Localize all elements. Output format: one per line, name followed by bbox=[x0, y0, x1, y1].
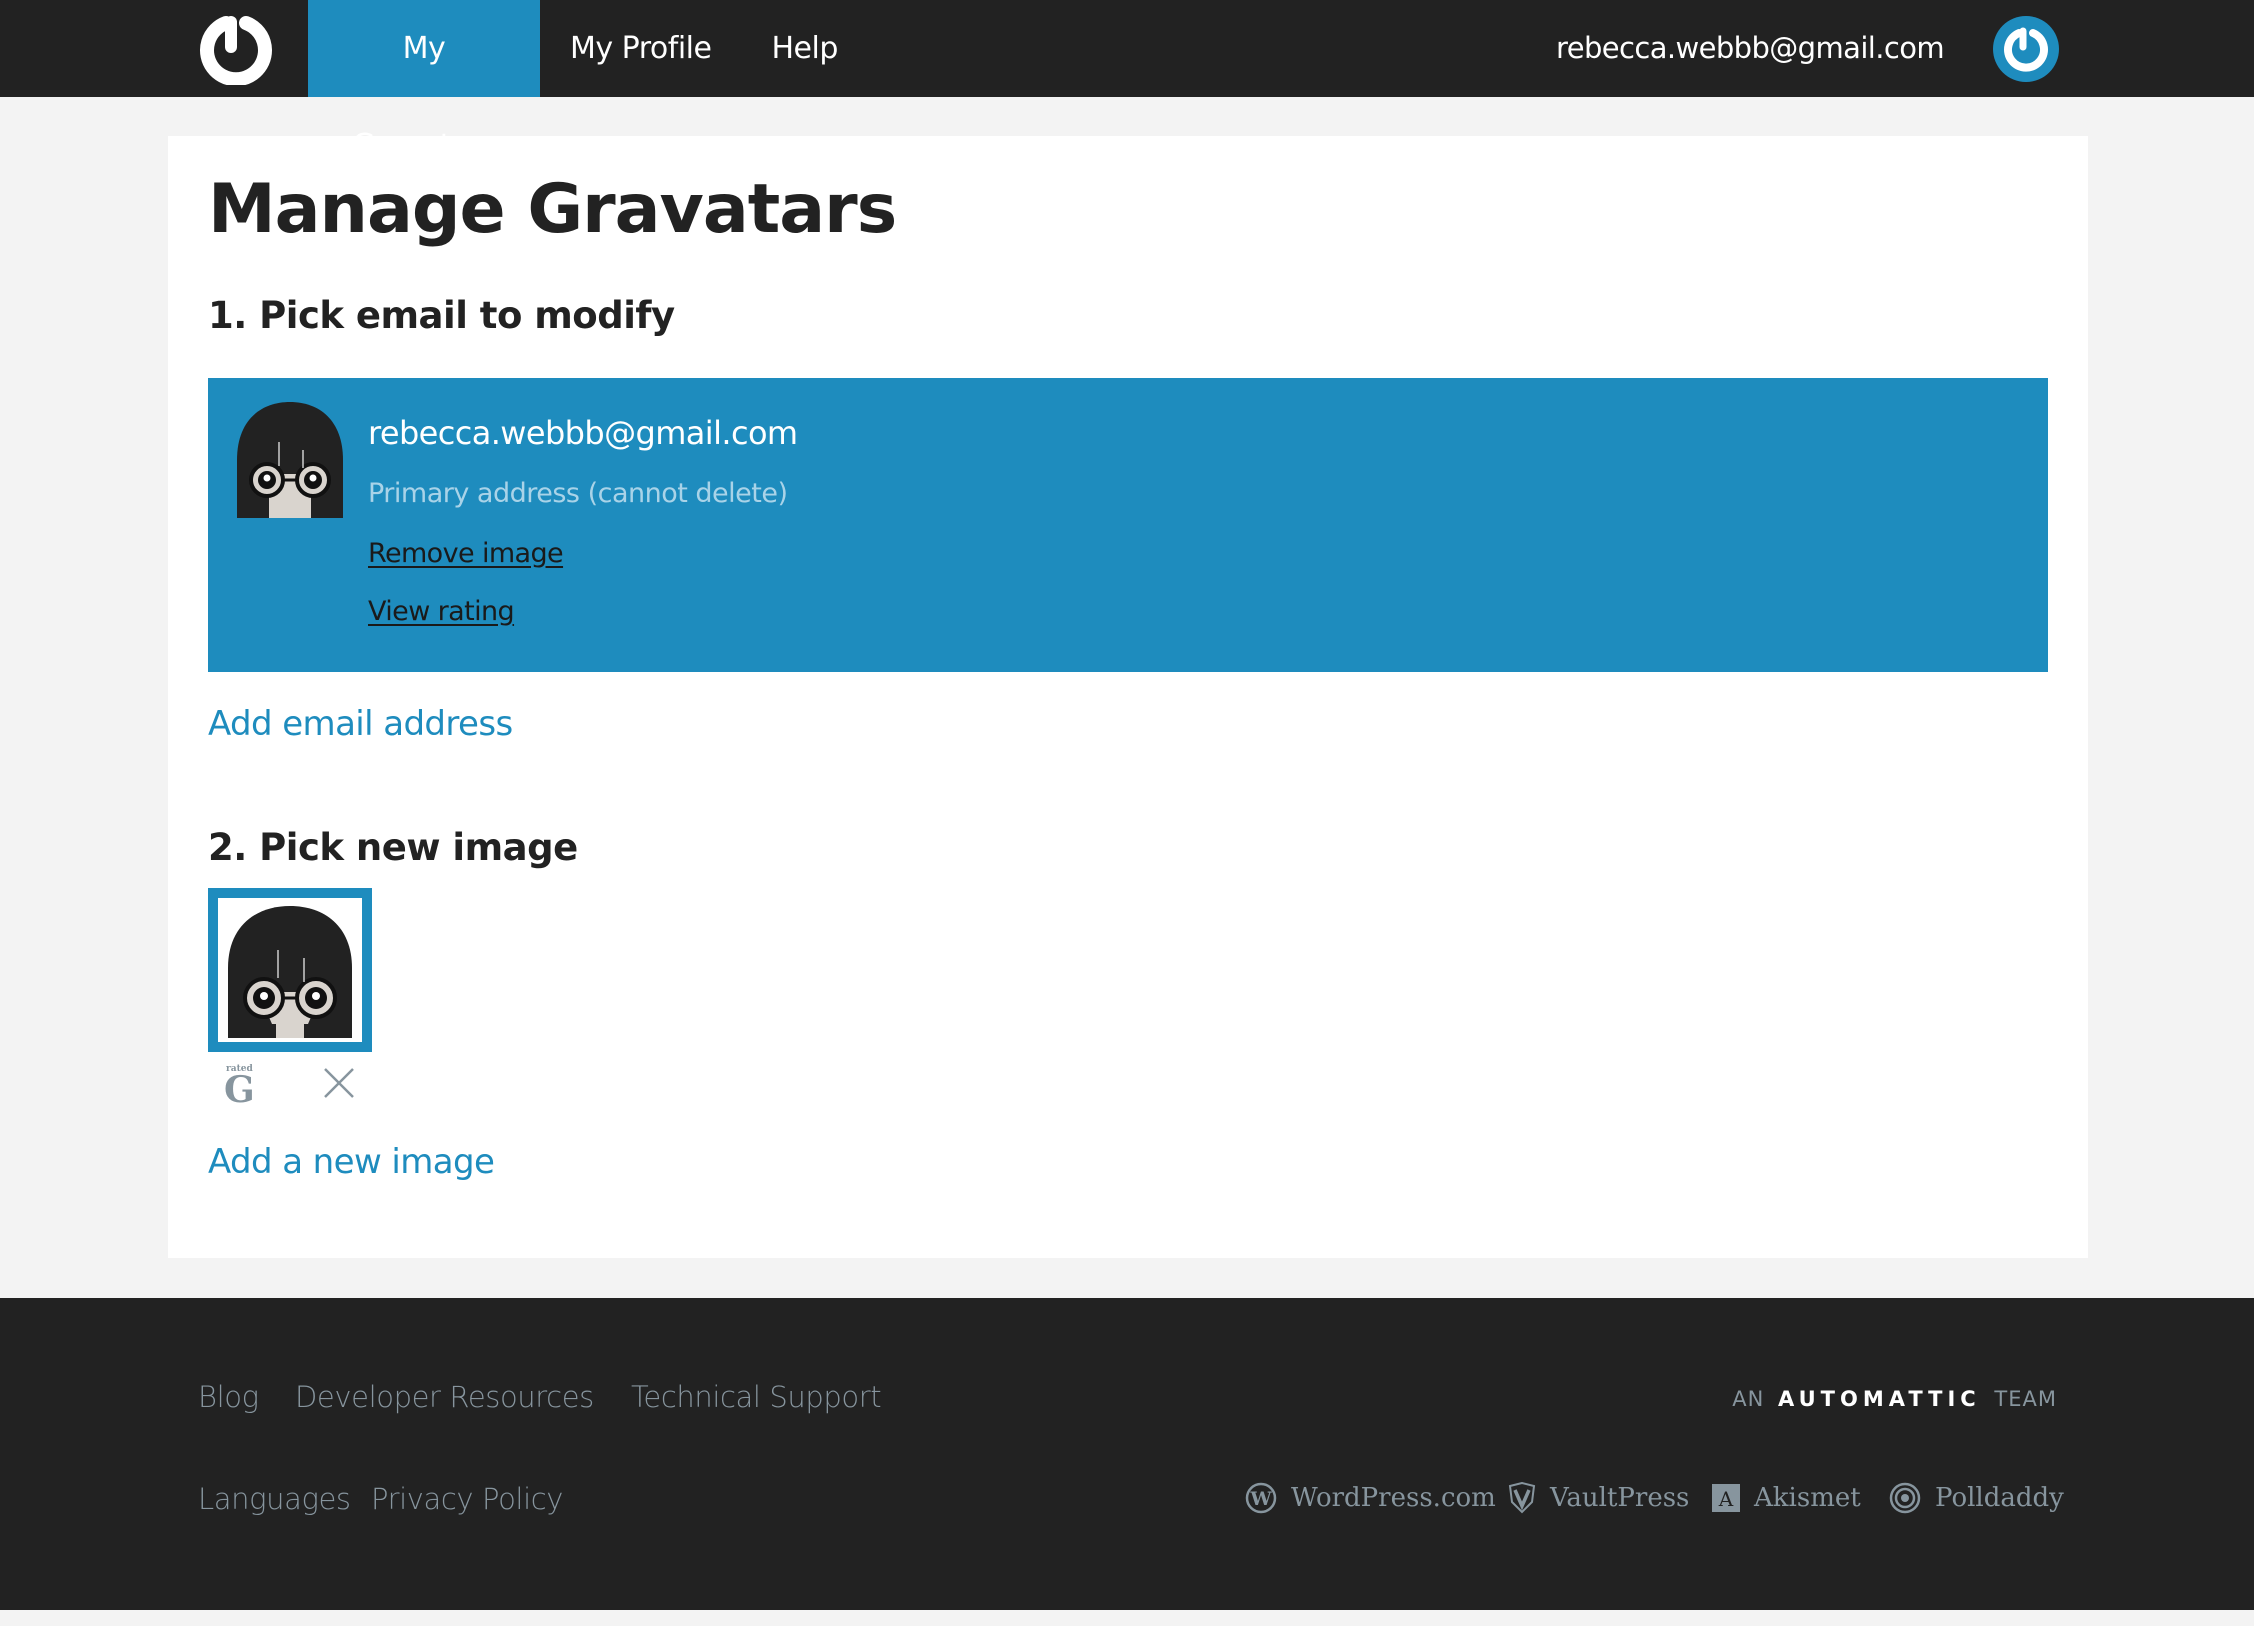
masthead: My Gravatars My Profile Help rebecca.web… bbox=[0, 0, 2254, 163]
page-title: Manage Gravatars bbox=[208, 170, 897, 249]
footer: Blog Developer Resources Technical Suppo… bbox=[0, 1298, 2254, 1610]
email-avatar-image bbox=[237, 402, 343, 518]
email-item-selected[interactable]: rebecca.webbb@gmail.com Primary address … bbox=[208, 378, 2048, 672]
product-label: WordPress.com bbox=[1291, 1483, 1496, 1513]
product-label: Akismet bbox=[1754, 1483, 1861, 1513]
product-akismet[interactable]: A Akismet bbox=[1712, 1480, 1861, 1516]
svg-text:A: A bbox=[1718, 1487, 1734, 1511]
automattic-team-link[interactable]: AN AUTOMATTIC TEAM bbox=[1732, 1387, 2057, 1411]
close-icon bbox=[324, 1068, 354, 1098]
account-avatar[interactable] bbox=[1993, 16, 2059, 82]
nav-my-gravatars[interactable]: My Gravatars bbox=[308, 0, 540, 163]
add-new-image-link[interactable]: Add a new image bbox=[208, 1142, 495, 1182]
product-vaultpress[interactable]: VaultPress bbox=[1508, 1480, 1689, 1516]
footer-link-languages[interactable]: Languages bbox=[198, 1482, 351, 1516]
step1-title: 1. Pick email to modify bbox=[208, 294, 675, 337]
email-primary-note: Primary address (cannot delete) bbox=[368, 478, 788, 509]
product-label: Polldaddy bbox=[1935, 1483, 2064, 1513]
product-label: VaultPress bbox=[1550, 1483, 1690, 1513]
nav-my-profile[interactable]: My Profile bbox=[540, 0, 741, 97]
add-email-link[interactable]: Add email address bbox=[208, 704, 513, 744]
svg-text:W: W bbox=[1249, 1488, 1272, 1510]
automattic-suffix: TEAM bbox=[1994, 1387, 2057, 1411]
delete-image-icon[interactable] bbox=[322, 1066, 356, 1100]
main-nav: My Gravatars My Profile Help bbox=[308, 0, 868, 163]
footer-link-privacy-policy[interactable]: Privacy Policy bbox=[371, 1482, 563, 1516]
vaultpress-icon bbox=[1508, 1482, 1536, 1514]
nav-help[interactable]: Help bbox=[741, 0, 867, 97]
automattic-prefix: AN bbox=[1732, 1387, 1765, 1411]
product-polldaddy[interactable]: Polldaddy bbox=[1889, 1480, 2064, 1516]
wordpress-icon: W bbox=[1245, 1482, 1277, 1514]
gravatar-avatar-icon bbox=[2004, 27, 2048, 72]
footer-link-blog[interactable]: Blog bbox=[198, 1380, 259, 1414]
rating-value: G bbox=[224, 1069, 255, 1111]
gravatar-image bbox=[218, 898, 362, 1042]
rating-g-icon[interactable]: rated G bbox=[224, 1064, 264, 1110]
gravatar-logo[interactable] bbox=[199, 13, 273, 87]
email-address: rebecca.webbb@gmail.com bbox=[368, 414, 798, 452]
gravatar-image-tile[interactable] bbox=[208, 888, 372, 1052]
gravatar-image-art bbox=[218, 898, 362, 1042]
manage-gravatars-card: Manage Gravatars 1. Pick email to modify… bbox=[168, 136, 2088, 1258]
step2-title: 2. Pick new image bbox=[208, 826, 578, 869]
account-email[interactable]: rebecca.webbb@gmail.com bbox=[1556, 0, 1945, 97]
product-wordpress[interactable]: W WordPress.com bbox=[1245, 1480, 1496, 1516]
automattic-brand: AUTOMATTIC bbox=[1778, 1387, 1981, 1411]
footer-link-developer-resources[interactable]: Developer Resources bbox=[295, 1380, 594, 1414]
gravatar-logo-icon bbox=[200, 16, 272, 87]
akismet-icon: A bbox=[1712, 1484, 1740, 1512]
view-rating-link[interactable]: View rating bbox=[368, 596, 515, 627]
footer-link-technical-support[interactable]: Technical Support bbox=[631, 1380, 882, 1414]
remove-image-link[interactable]: Remove image bbox=[368, 538, 564, 569]
polldaddy-icon bbox=[1889, 1482, 1921, 1514]
